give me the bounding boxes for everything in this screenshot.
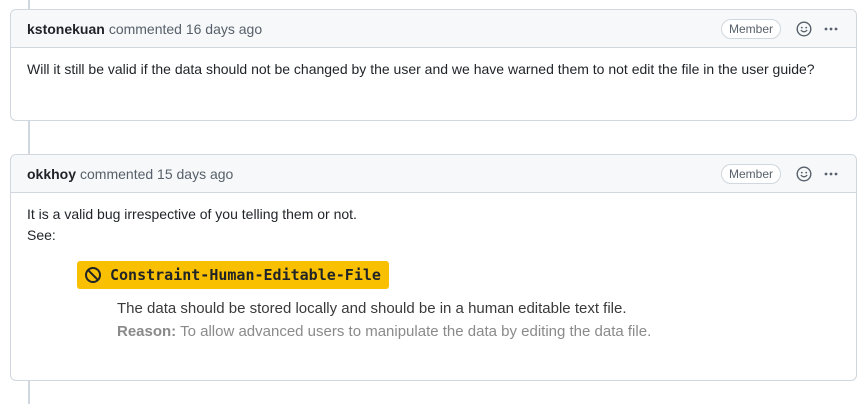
timeline-connector xyxy=(28,380,30,404)
comment-author-link[interactable]: okkhoy xyxy=(27,166,76,182)
comment-timestamp[interactable]: commented 16 days ago xyxy=(109,21,262,37)
member-badge: Member xyxy=(720,18,781,39)
comment-header: okkhoy commented 15 days ago Member xyxy=(11,155,856,193)
comment-text: Will it still be valid if the data shoul… xyxy=(27,61,815,77)
smiley-icon xyxy=(796,165,812,182)
comment-author-link[interactable]: kstonekuan xyxy=(27,21,105,37)
member-badge: Member xyxy=(720,163,781,184)
comment-header: kstonekuan commented 16 days ago Member xyxy=(11,10,856,48)
comment-body: It is a valid bug irrespective of you te… xyxy=(11,193,856,357)
constraint-reason: Reason: To allow advanced users to manip… xyxy=(117,320,840,343)
constraint-block: Constraint-Human-Editable-File The data … xyxy=(77,261,840,343)
add-reaction-button[interactable] xyxy=(795,165,813,183)
comment-text-line: See: xyxy=(27,227,56,243)
comment-body: Will it still be valid if the data shoul… xyxy=(11,48,856,94)
timeline-connector xyxy=(28,120,30,154)
comment-kstonekuan: kstonekuan commented 16 days ago Member … xyxy=(10,9,857,121)
comment-text-line: It is a valid bug irrespective of you te… xyxy=(27,206,357,222)
add-reaction-button[interactable] xyxy=(795,20,813,38)
constraint-tag: Constraint-Human-Editable-File xyxy=(77,261,389,289)
kebab-horizontal-icon xyxy=(824,27,838,30)
ban-icon xyxy=(85,267,101,283)
comment-options-button[interactable] xyxy=(822,165,840,183)
reason-text: To allow advanced users to manipulate th… xyxy=(180,323,652,340)
reason-label: Reason: xyxy=(117,323,177,340)
comment-options-button[interactable] xyxy=(822,20,840,38)
constraint-description: The data should be stored locally and sh… xyxy=(117,300,627,317)
constraint-name: Constraint-Human-Editable-File xyxy=(110,265,381,284)
smiley-icon xyxy=(796,20,812,37)
comment-okkhoy: okkhoy commented 15 days ago Member It i… xyxy=(10,154,857,381)
kebab-horizontal-icon xyxy=(824,172,838,175)
comment-timestamp[interactable]: commented 15 days ago xyxy=(80,166,233,182)
